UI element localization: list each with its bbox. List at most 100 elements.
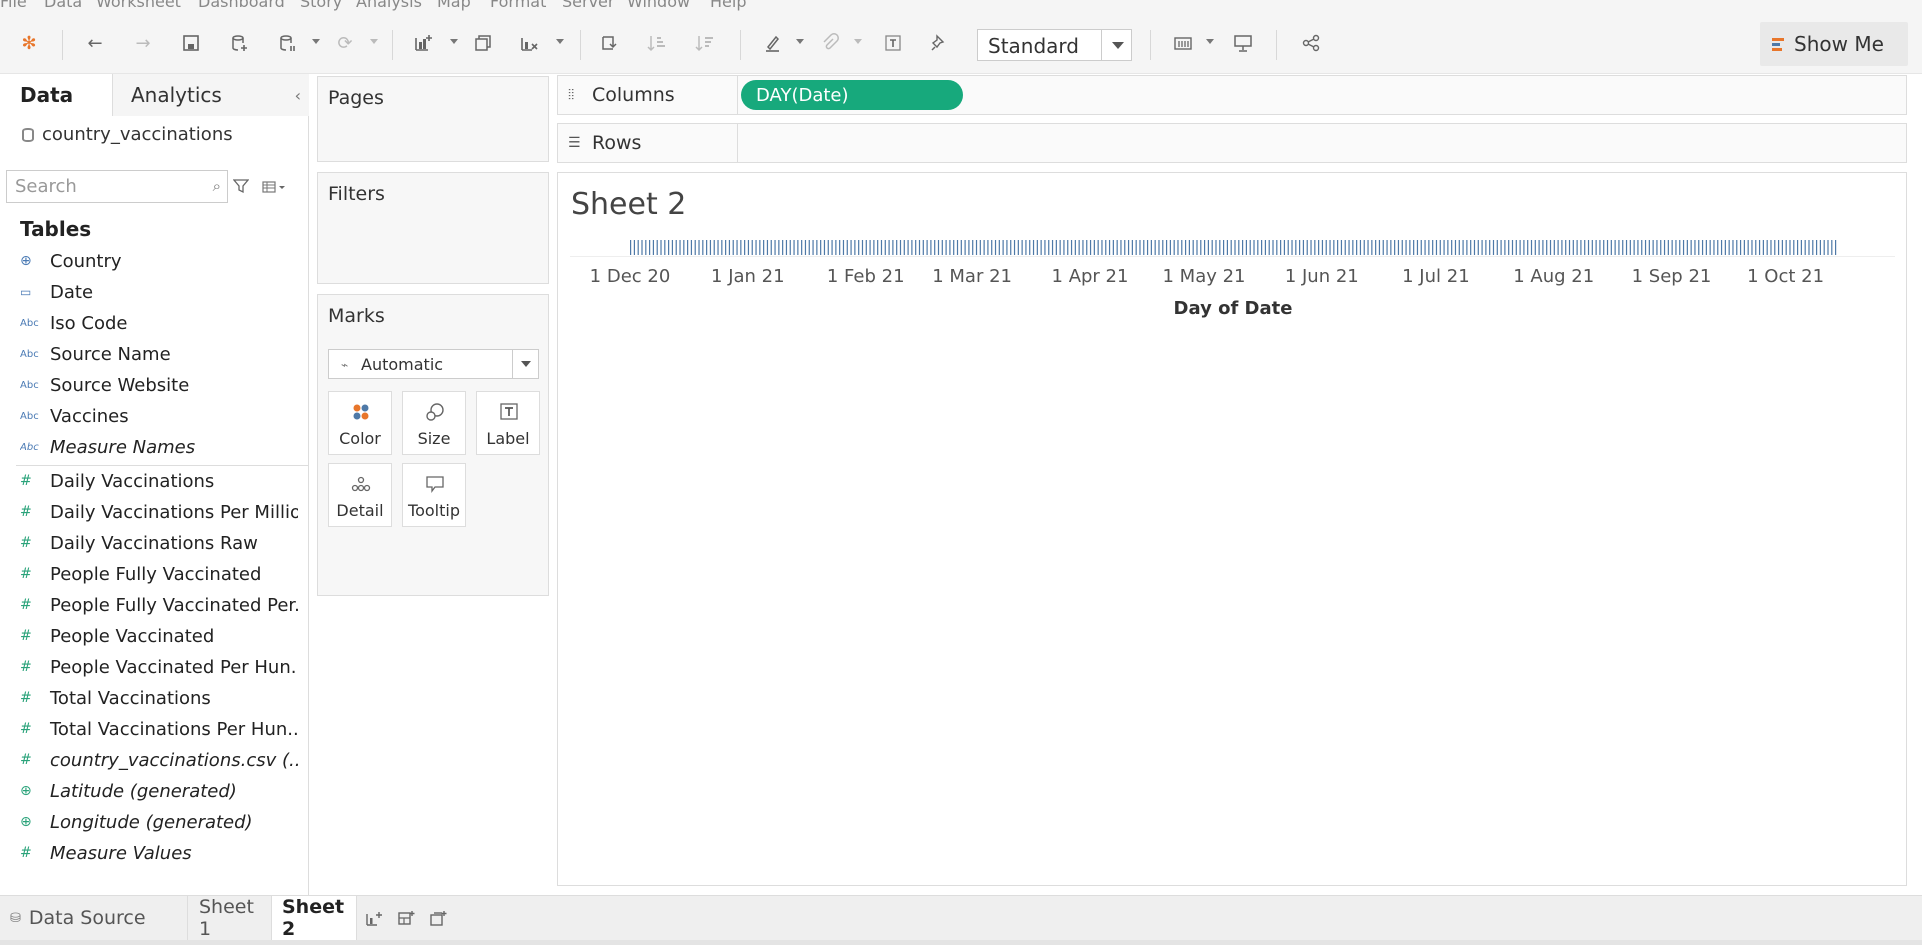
show-cards-dropdown-icon[interactable] — [1206, 39, 1214, 44]
date-mark[interactable] — [664, 240, 666, 255]
date-mark[interactable] — [732, 240, 734, 255]
date-mark[interactable] — [1679, 240, 1681, 255]
new-dashboard-tab-icon[interactable] — [397, 910, 415, 928]
collapse-pane-icon[interactable]: ‹ — [295, 86, 301, 105]
show-mark-labels-icon[interactable] — [880, 30, 906, 56]
date-mark[interactable] — [1181, 240, 1183, 255]
date-mark[interactable] — [1823, 240, 1825, 255]
date-mark[interactable] — [1394, 240, 1396, 255]
date-mark[interactable] — [1264, 240, 1267, 255]
date-mark[interactable] — [740, 240, 742, 255]
date-mark[interactable] — [1614, 240, 1616, 255]
date-mark[interactable] — [918, 240, 921, 255]
date-mark[interactable] — [1599, 240, 1601, 255]
date-mark[interactable] — [1253, 240, 1255, 255]
date-mark[interactable] — [1165, 240, 1168, 255]
date-mark[interactable] — [1078, 240, 1080, 255]
date-mark[interactable] — [785, 240, 788, 255]
view-options-icon[interactable] — [262, 180, 286, 194]
date-mark[interactable] — [698, 240, 700, 255]
field-item[interactable]: # Daily Vaccinations — [20, 467, 298, 495]
mark-type-select[interactable]: ⌁ Automatic — [328, 349, 539, 379]
date-mark[interactable] — [1356, 240, 1358, 255]
date-mark[interactable] — [846, 240, 848, 255]
date-mark[interactable] — [1105, 240, 1107, 255]
date-mark[interactable] — [937, 240, 940, 255]
date-mark[interactable] — [1158, 240, 1160, 255]
color-button[interactable]: Color — [328, 391, 392, 455]
date-mark[interactable] — [1386, 240, 1388, 255]
date-mark[interactable] — [721, 240, 723, 255]
date-mark[interactable] — [1230, 240, 1232, 255]
date-marks-chart[interactable] — [558, 173, 1908, 273]
date-mark[interactable] — [1375, 240, 1377, 255]
date-mark[interactable] — [793, 240, 795, 255]
date-mark[interactable] — [1215, 240, 1217, 255]
date-mark[interactable] — [1177, 240, 1179, 255]
date-mark[interactable] — [1173, 240, 1175, 255]
date-mark[interactable] — [706, 240, 708, 255]
date-mark[interactable] — [972, 240, 974, 255]
fix-axes-icon[interactable] — [926, 30, 952, 56]
label-button[interactable]: Label — [476, 391, 540, 455]
date-mark[interactable] — [1698, 240, 1700, 255]
date-mark[interactable] — [1112, 240, 1114, 255]
date-mark[interactable] — [1660, 240, 1662, 255]
date-mark[interactable] — [1534, 240, 1536, 255]
date-mark[interactable] — [1644, 240, 1647, 255]
clear-sheet-dropdown-icon[interactable] — [556, 39, 564, 44]
field-search-input[interactable]: Search ⌕ — [6, 170, 228, 203]
date-mark[interactable] — [1504, 240, 1506, 255]
date-mark[interactable] — [1184, 240, 1187, 255]
pause-updates-dropdown-icon[interactable] — [312, 39, 320, 44]
date-mark[interactable] — [1318, 240, 1320, 255]
date-mark[interactable] — [766, 240, 769, 255]
date-mark[interactable] — [1276, 240, 1278, 255]
date-mark[interactable] — [1633, 240, 1635, 255]
date-mark[interactable] — [690, 240, 693, 255]
clear-sheet-icon[interactable] — [516, 30, 542, 56]
date-mark[interactable] — [1762, 240, 1764, 255]
date-mark[interactable] — [892, 240, 894, 255]
date-mark[interactable] — [934, 240, 936, 255]
date-mark[interactable] — [1770, 240, 1772, 255]
menu-item-help[interactable]: Help — [710, 0, 746, 11]
date-mark[interactable] — [1667, 240, 1669, 255]
date-mark[interactable] — [668, 240, 670, 255]
date-mark[interactable] — [1424, 240, 1426, 255]
menu-item-dashboard[interactable]: Dashboard — [198, 0, 285, 11]
date-mark[interactable] — [725, 240, 727, 255]
date-mark[interactable] — [1021, 240, 1023, 255]
date-mark[interactable] — [1295, 240, 1297, 255]
menu-item-file[interactable]: File — [0, 0, 27, 11]
date-mark[interactable] — [956, 240, 959, 255]
date-mark[interactable] — [1329, 240, 1331, 255]
date-mark[interactable] — [930, 240, 932, 255]
new-datasource-icon[interactable] — [226, 30, 252, 56]
date-mark[interactable] — [1606, 240, 1609, 255]
menu-item-data[interactable]: Data — [44, 0, 82, 11]
field-item[interactable]: # country_vaccinations.csv (... — [20, 746, 298, 774]
date-mark[interactable] — [1219, 240, 1221, 255]
date-mark[interactable] — [850, 240, 852, 255]
date-mark[interactable] — [945, 240, 947, 255]
filter-fields-icon[interactable] — [233, 178, 249, 194]
date-mark[interactable] — [702, 240, 704, 255]
date-mark[interactable] — [1717, 240, 1719, 255]
date-mark[interactable] — [1306, 240, 1308, 255]
date-mark[interactable] — [1796, 240, 1799, 255]
date-mark[interactable] — [1576, 240, 1578, 255]
date-mark[interactable] — [1530, 240, 1533, 255]
filters-card[interactable]: Filters — [317, 172, 549, 284]
detail-button[interactable]: Detail — [328, 463, 392, 527]
date-mark[interactable] — [1815, 240, 1818, 255]
date-mark[interactable] — [1785, 240, 1787, 255]
data-source-tab[interactable]: ⛁ Data Source — [0, 896, 188, 940]
date-mark[interactable] — [1781, 240, 1783, 255]
date-mark[interactable] — [1036, 240, 1038, 255]
menu-item-story[interactable]: Story — [300, 0, 342, 11]
date-mark[interactable] — [1758, 240, 1761, 255]
date-mark[interactable] — [1789, 240, 1791, 255]
date-mark[interactable] — [922, 240, 924, 255]
date-mark[interactable] — [1709, 240, 1711, 255]
